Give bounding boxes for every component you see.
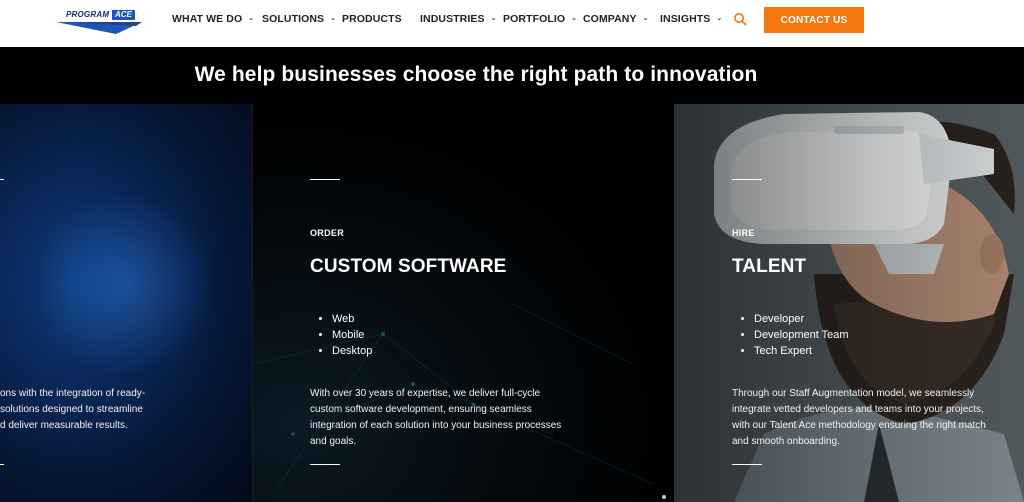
card-list: Developer Development Team Tech Expert: [732, 311, 849, 359]
search-icon[interactable]: [733, 12, 747, 26]
text-line: Through our Staff Augmentation model, we…: [732, 388, 975, 399]
card-divider: [732, 179, 762, 180]
card-divider: [732, 464, 762, 465]
list-item: Desktop: [332, 343, 372, 359]
text-line: integration of each solution into your b…: [310, 420, 562, 431]
nav-label: SOLUTIONS: [262, 13, 325, 25]
logo-ace: ACE: [112, 10, 135, 20]
nav-products[interactable]: PRODUCTS: [342, 13, 402, 25]
chevron-down-icon: ⌄: [490, 15, 497, 22]
card-divider: [0, 179, 4, 180]
text-line: and smooth onboarding.: [732, 436, 840, 447]
card-title[interactable]: TALENT: [732, 256, 806, 278]
nav-label: INSIGHTS: [660, 13, 711, 25]
nav-label: INDUSTRIES: [420, 13, 485, 25]
card-divider: [0, 464, 4, 465]
nav-industries[interactable]: INDUSTRIES ⌄: [420, 13, 497, 25]
card-description: With over 30 years of expertise, we deli…: [310, 386, 650, 450]
text-line: With over 30 years of expertise, we deli…: [310, 388, 541, 399]
hero-title: We help businesses choose the right path…: [194, 63, 758, 86]
card-title[interactable]: CUSTOM SOFTWARE: [310, 256, 506, 278]
text-line: d deliver measurable results.: [0, 420, 128, 431]
nav-label: PORTFOLIO: [503, 13, 566, 25]
nav-label: COMPANY: [583, 13, 637, 25]
card-description: ons with the integration of ready- solut…: [0, 386, 250, 434]
text-line: integrate vetted developers and teams in…: [732, 404, 984, 415]
nav-label: PRODUCTS: [342, 13, 402, 25]
list-item: Development Team: [754, 327, 849, 343]
card-talent[interactable]: HIRE TALENT Developer Development Team T…: [674, 104, 1024, 502]
nav-portfolio[interactable]: PORTFOLIO ⌄: [503, 13, 577, 25]
text-line: with our Talent Ace methodology ensuring…: [732, 420, 986, 431]
contact-us-button[interactable]: CONTACT US: [764, 7, 864, 33]
text-line: solutions designed to streamline: [0, 404, 143, 415]
text-line: and goals.: [310, 436, 357, 447]
nav-insights[interactable]: INSIGHTS ⌄: [660, 13, 722, 25]
list-item: Tech Expert: [754, 343, 849, 359]
chevron-down-icon: ⌄: [248, 15, 255, 22]
card-description: Through our Staff Augmentation model, we…: [732, 386, 1022, 450]
list-item: Developer: [754, 311, 849, 327]
list-item: Mobile: [332, 327, 372, 343]
chevron-down-icon: ⌄: [571, 15, 578, 22]
text-line: custom software development, ensuring se…: [310, 404, 532, 415]
card-divider: [310, 464, 340, 465]
chevron-down-icon: ⌄: [716, 15, 723, 22]
nav-company[interactable]: COMPANY ⌄: [583, 13, 649, 25]
logo-text: PROGRAM: [66, 10, 110, 19]
card-custom-software[interactable]: ORDER CUSTOM SOFTWARE Web Mobile Desktop…: [252, 104, 675, 502]
site-header: PROGRAM ACE WHAT WE DO ⌄ SOLUTIONS ⌄ PRO…: [0, 0, 1024, 47]
carousel-dot[interactable]: [662, 495, 666, 499]
list-item: Web: [332, 311, 372, 327]
nav-label: WHAT WE DO: [172, 13, 243, 25]
card-left: ons with the integration of ready- solut…: [0, 104, 252, 502]
chevron-down-icon: ⌄: [642, 15, 649, 22]
text-line: ons with the integration of ready-: [0, 388, 146, 399]
nav-what-we-do[interactable]: WHAT WE DO ⌄: [172, 13, 254, 25]
nav-solutions[interactable]: SOLUTIONS ⌄: [262, 13, 336, 25]
card-eyebrow: HIRE: [732, 228, 755, 238]
card-divider: [310, 179, 340, 180]
chevron-down-icon: ⌄: [330, 15, 337, 22]
program-ace-logo[interactable]: PROGRAM ACE: [56, 8, 142, 34]
card-list: Web Mobile Desktop: [310, 311, 372, 359]
card-eyebrow: ORDER: [310, 228, 345, 238]
background-glow: [40, 184, 210, 384]
